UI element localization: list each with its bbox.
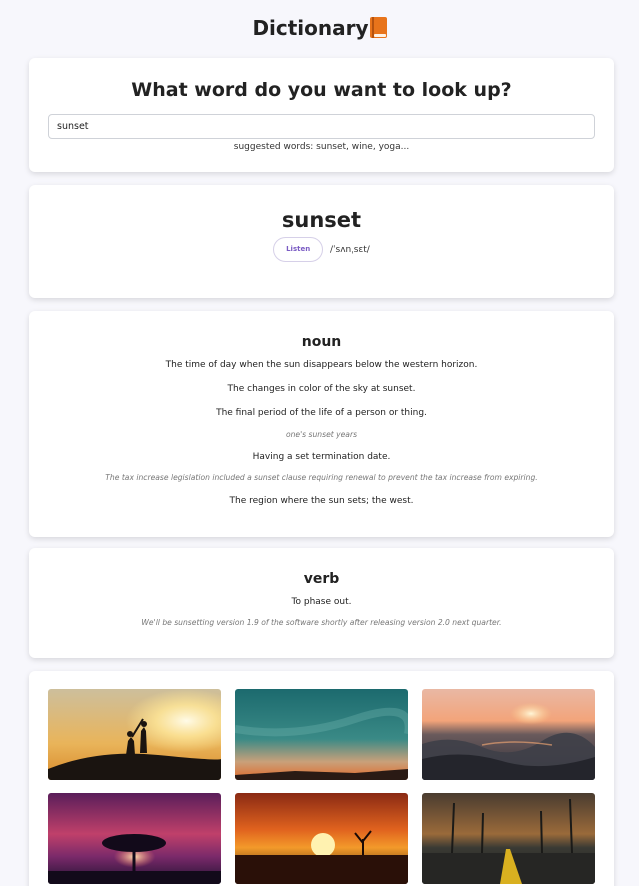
book-icon — [369, 17, 387, 38]
meaning-card-noun: noun The time of day when the sun disapp… — [29, 311, 614, 537]
app-title: Dictionary — [0, 16, 639, 40]
search-input[interactable] — [48, 114, 595, 139]
gallery-image[interactable] — [48, 793, 221, 884]
definition: To phase out. — [291, 597, 352, 607]
definition: The time of day when the sun disappears … — [165, 360, 478, 370]
meaning-card-verb: verb To phase out. We'll be sunsetting v… — [29, 548, 614, 658]
definition: The region where the sun sets; the west. — [229, 496, 414, 506]
part-of-speech-heading: noun — [301, 334, 342, 350]
definition: Having a set termination date. — [252, 452, 391, 462]
part-of-speech-heading: verb — [303, 571, 340, 587]
definition: The changes in color of the sky at sunse… — [227, 384, 416, 394]
image-gallery — [29, 671, 614, 886]
app-title-text: Dictionary — [252, 16, 369, 40]
word-title: sunset — [281, 208, 362, 232]
phonetic-text: /ˈsʌnˌsɛt/ — [330, 244, 370, 255]
gallery-image[interactable] — [422, 689, 595, 780]
gallery-image[interactable] — [422, 793, 595, 884]
listen-button[interactable]: Listen — [273, 237, 324, 262]
gallery-image[interactable] — [235, 793, 408, 884]
definition-example: The tax increase legislation included a … — [105, 473, 538, 482]
suggested-words: suggested words: sunset, wine, yoga... — [233, 142, 410, 152]
definition-example: one's sunset years — [285, 430, 358, 439]
definition: The final period of the life of a person… — [216, 408, 427, 418]
pronunciation-row: Listen /ˈsʌnˌsɛt/ — [29, 237, 614, 262]
search-heading: What word do you want to look up? — [131, 79, 512, 101]
gallery-image[interactable] — [48, 689, 221, 780]
search-card: What word do you want to look up? sugges… — [29, 58, 614, 172]
gallery-image[interactable] — [235, 689, 408, 780]
definition-example: We'll be sunsetting version 1.9 of the s… — [141, 618, 502, 627]
word-card: sunset Listen /ˈsʌnˌsɛt/ — [29, 185, 614, 298]
